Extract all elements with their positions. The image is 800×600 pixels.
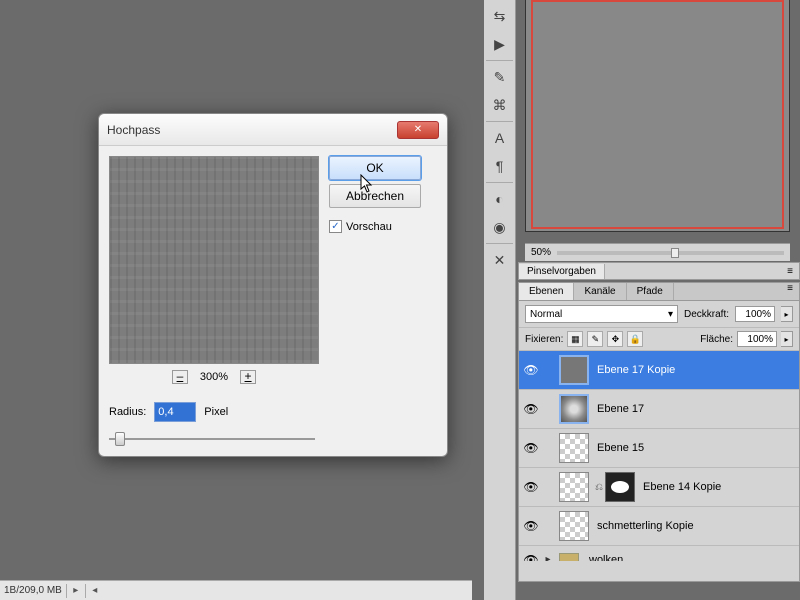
- layers-panel: Ebenen Kanäle Pfade ≡ Normal ▾ Deckkraft…: [518, 282, 800, 582]
- canvas-zoom-slider[interactable]: [557, 251, 784, 255]
- lock-row: Fixieren: ▦ ✎ ✥ 🔒 Fläche: 100% ▸: [519, 328, 799, 351]
- lock-all-icon[interactable]: 🔒: [627, 331, 643, 347]
- clone-icon[interactable]: ⌘: [488, 93, 512, 117]
- preview-texture: [110, 157, 318, 363]
- flache-stepper[interactable]: ▸: [781, 331, 793, 347]
- radius-unit: Pixel: [204, 406, 228, 418]
- layer-row[interactable]: 👁 schmetterling Kopie: [519, 507, 799, 546]
- pinselvorgaben-tab[interactable]: Pinselvorgaben: [519, 264, 605, 279]
- radius-label: Radius:: [109, 406, 146, 418]
- lock-paint-icon[interactable]: ✎: [587, 331, 603, 347]
- folder-icon: [559, 553, 579, 562]
- visibility-toggle[interactable]: 👁: [519, 363, 543, 377]
- fixieren-label: Fixieren:: [525, 334, 563, 345]
- radius-input[interactable]: [154, 402, 196, 422]
- layer-group-row[interactable]: 👁 ▸ wolken: [519, 546, 799, 561]
- type-icon[interactable]: A: [488, 126, 512, 150]
- deckkraft-stepper[interactable]: ▸: [781, 306, 793, 322]
- tools-cross-icon[interactable]: ✕: [488, 248, 512, 272]
- blend-row: Normal ▾ Deckkraft: 100% ▸: [519, 301, 799, 328]
- deckkraft-label: Deckkraft:: [684, 309, 729, 320]
- camera-icon[interactable]: ◉: [488, 215, 512, 239]
- layers-panel-menu-icon[interactable]: ≡: [781, 283, 799, 300]
- swatch-icon[interactable]: ◐: [488, 187, 512, 211]
- status-menu-icon[interactable]: ▸: [71, 585, 81, 596]
- deckkraft-value[interactable]: 100%: [735, 306, 775, 322]
- visibility-toggle[interactable]: 👁: [519, 402, 543, 416]
- toggle-panels-icon[interactable]: ⇆: [488, 4, 512, 28]
- paragraph-icon[interactable]: ¶: [488, 154, 512, 178]
- layer-name[interactable]: Ebene 17 Kopie: [593, 364, 675, 376]
- layer-name[interactable]: wolken: [585, 554, 623, 562]
- link-icon: ⎌: [595, 482, 603, 493]
- group-disclosure[interactable]: ▸: [543, 554, 553, 561]
- visibility-toggle[interactable]: 👁: [519, 553, 543, 562]
- layers-tabs: Ebenen Kanäle Pfade ≡: [519, 283, 799, 301]
- dialog-title: Hochpass: [107, 123, 160, 137]
- layer-name[interactable]: Ebene 14 Kopie: [639, 481, 721, 493]
- canvas-zoom-bar: 50%: [525, 243, 790, 261]
- canvas-zoom-value: 50%: [531, 247, 551, 258]
- layer-thumbnail[interactable]: [559, 433, 589, 463]
- layer-thumbnail[interactable]: [559, 472, 589, 502]
- layer-row[interactable]: 👁 Ebene 17 Kopie: [519, 351, 799, 390]
- status-memory: 1B/209,0 MB: [4, 585, 62, 596]
- flache-value[interactable]: 100%: [737, 331, 777, 347]
- right-toolbar: ⇆ ▶ ✎ ⌘ A ¶ ◐ ◉ ✕: [484, 0, 516, 600]
- filter-preview[interactable]: [109, 156, 319, 364]
- hochpass-dialog: Hochpass ✕ – 300% + Radius: Pixel: [98, 113, 448, 457]
- ok-button[interactable]: OK: [329, 156, 421, 180]
- radius-slider[interactable]: [109, 432, 315, 446]
- visibility-toggle[interactable]: 👁: [519, 480, 543, 494]
- dialog-titlebar[interactable]: Hochpass ✕: [99, 114, 447, 146]
- blend-mode-value: Normal: [530, 309, 562, 320]
- blend-mode-select[interactable]: Normal ▾: [525, 305, 678, 323]
- document-canvas-area: [525, 0, 790, 232]
- lock-move-icon[interactable]: ✥: [607, 331, 623, 347]
- brush-icon[interactable]: ✎: [488, 65, 512, 89]
- layer-name[interactable]: Ebene 15: [593, 442, 644, 454]
- tab-pfade[interactable]: Pfade: [627, 283, 674, 300]
- canvas-zoom-thumb[interactable]: [671, 248, 679, 258]
- chevron-down-icon: ▾: [668, 309, 673, 320]
- history-play-icon[interactable]: ▶: [488, 32, 512, 56]
- layer-row[interactable]: 👁 Ebene 15: [519, 429, 799, 468]
- flache-label: Fläche:: [700, 334, 733, 345]
- document-canvas[interactable]: [531, 0, 784, 229]
- layer-row[interactable]: 👁 Ebene 17: [519, 390, 799, 429]
- close-icon: ✕: [414, 124, 422, 135]
- lock-transparent-icon[interactable]: ▦: [567, 331, 583, 347]
- scroll-left-icon[interactable]: ◂: [90, 585, 100, 596]
- zoom-percent: 300%: [200, 371, 228, 383]
- layer-name[interactable]: schmetterling Kopie: [593, 520, 694, 532]
- layer-name[interactable]: Ebene 17: [593, 403, 644, 415]
- layer-thumbnail[interactable]: [559, 511, 589, 541]
- layer-row[interactable]: 👁 ⎌ Ebene 14 Kopie: [519, 468, 799, 507]
- zoom-in-button[interactable]: +: [240, 370, 256, 384]
- layer-thumbnail[interactable]: [559, 394, 589, 424]
- preview-checkbox-label: Vorschau: [346, 221, 392, 233]
- visibility-toggle[interactable]: 👁: [519, 519, 543, 533]
- status-bar: 1B/209,0 MB ▸ ◂: [0, 580, 472, 600]
- layer-thumbnail[interactable]: [559, 355, 589, 385]
- close-button[interactable]: ✕: [397, 121, 439, 139]
- zoom-out-button[interactable]: –: [172, 370, 188, 384]
- layer-list[interactable]: 👁 Ebene 17 Kopie 👁 Ebene 17 👁 Ebene 15 👁…: [519, 351, 799, 561]
- tab-kanale[interactable]: Kanäle: [574, 283, 626, 300]
- cancel-button[interactable]: Abbrechen: [329, 184, 421, 208]
- layer-mask-thumbnail[interactable]: [605, 472, 635, 502]
- slider-thumb[interactable]: [115, 432, 125, 446]
- pinselvorgaben-menu-icon[interactable]: ≡: [781, 266, 799, 277]
- pinselvorgaben-panel: Pinselvorgaben ≡: [518, 262, 800, 280]
- slider-track: [109, 438, 315, 440]
- tab-ebenen[interactable]: Ebenen: [519, 283, 574, 300]
- preview-checkbox[interactable]: ✓: [329, 220, 342, 233]
- visibility-toggle[interactable]: 👁: [519, 441, 543, 455]
